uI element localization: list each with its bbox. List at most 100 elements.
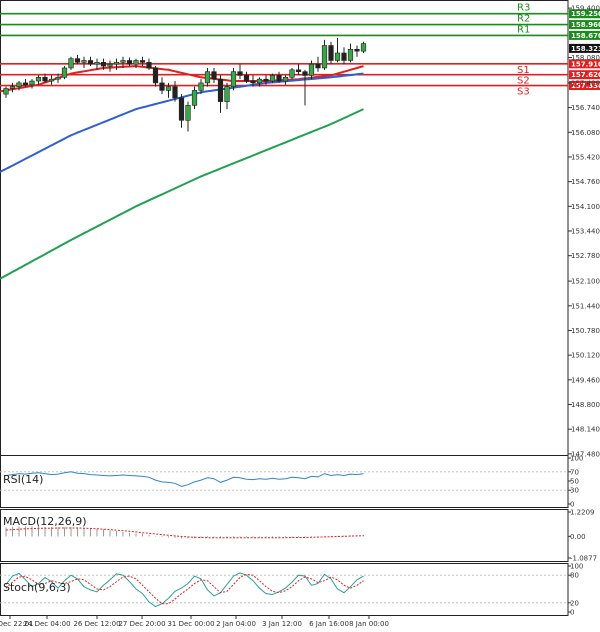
time-tick-label: 2 Jan 04:00 bbox=[216, 620, 256, 628]
time-tick-label: 8 Jan 00:00 bbox=[349, 620, 389, 628]
candle-body-up bbox=[68, 58, 74, 69]
candle-body-down bbox=[22, 82, 29, 86]
candle-body-down bbox=[42, 77, 48, 82]
candle-body-up bbox=[9, 86, 16, 89]
rsi-scale-label: 70 bbox=[570, 468, 579, 476]
level-label-r1: R1 bbox=[517, 24, 530, 35]
stoch-label: Stoch(9,6,3) bbox=[3, 581, 71, 594]
candle-body-down bbox=[126, 60, 133, 65]
candle-body-up bbox=[321, 45, 328, 69]
price-tick-label: 156.080 bbox=[571, 129, 600, 137]
price-tick-label: 154.100 bbox=[571, 203, 600, 211]
level-label-s3: S3 bbox=[517, 87, 530, 98]
candle-body-down bbox=[217, 78, 224, 102]
price-tick-label: 155.420 bbox=[571, 153, 600, 161]
candle-body-down bbox=[139, 60, 146, 63]
macd-scale-label: 0.00 bbox=[570, 533, 586, 541]
stoch-scale-label: 80 bbox=[570, 572, 579, 580]
level-price-label-r2: 158.960 bbox=[571, 21, 600, 29]
candle-body-down bbox=[159, 82, 165, 91]
candle-body-down bbox=[100, 62, 107, 67]
candle-body-up bbox=[230, 71, 237, 87]
candle-body-up bbox=[35, 77, 42, 82]
candle-body-down bbox=[211, 71, 217, 80]
candle-body-down bbox=[341, 52, 347, 61]
candle-body-up bbox=[165, 86, 172, 91]
rsi-scale-label: 0 bbox=[570, 501, 574, 509]
macd-scale-label: 1.2209 bbox=[570, 509, 595, 517]
price-tick-label: 150.780 bbox=[571, 327, 600, 335]
level-price-label-r1: 158.670 bbox=[571, 32, 600, 40]
price-tick-label: 156.740 bbox=[571, 104, 600, 112]
candle-body-up bbox=[16, 82, 22, 87]
time-tick-label: 26 Dec 12:00 bbox=[73, 620, 120, 628]
rsi-scale-label: 30 bbox=[570, 487, 579, 495]
time-axis: 23 Dec 22:0124 Dec 04:0026 Dec 12:0027 D… bbox=[0, 615, 389, 628]
candle-body-down bbox=[315, 63, 321, 69]
candle-body-down bbox=[74, 58, 81, 63]
candle-body-up bbox=[81, 60, 87, 63]
candle-body-up bbox=[269, 75, 276, 82]
stoch-panel-frame bbox=[0, 563, 569, 616]
candle-body-up bbox=[29, 80, 35, 86]
macd-label: MACD(12,26,9) bbox=[3, 515, 87, 528]
current-price-label: 158.323 bbox=[571, 45, 600, 53]
indicator-panels: 100 70 5030 0 RSI(14) 1.2209 0.00 -1.0877 MACD(1… bbox=[0, 455, 597, 617]
candle-body-down bbox=[152, 67, 159, 84]
price-tick-label: 153.440 bbox=[571, 228, 600, 236]
candle-body-up bbox=[61, 67, 68, 78]
price-tick-label: 150.120 bbox=[571, 352, 600, 360]
candle-body-up bbox=[198, 82, 204, 91]
candle-body-up bbox=[204, 71, 211, 84]
price-panel-frame bbox=[0, 0, 569, 456]
candle-body-down bbox=[276, 75, 282, 82]
rsi-label: RSI(14) bbox=[3, 473, 43, 486]
candle-body-down bbox=[146, 62, 152, 69]
price-tick-label: 148.140 bbox=[571, 426, 600, 434]
stoch-scale-label: 0 bbox=[570, 609, 574, 617]
time-tick-label: 24 Dec 04:00 bbox=[23, 620, 70, 628]
candle-body-up bbox=[107, 63, 113, 67]
level-label-r3: R3 bbox=[517, 3, 530, 14]
candle-body-down bbox=[243, 75, 250, 82]
price-tick-label: 152.100 bbox=[571, 278, 600, 286]
price-tick-label: 148.800 bbox=[571, 401, 600, 409]
macd-scale-label: -1.0877 bbox=[570, 555, 597, 563]
candle-body-up bbox=[120, 60, 126, 63]
candle-body-down bbox=[263, 78, 269, 82]
price-tick-label: 154.760 bbox=[571, 178, 600, 186]
price-tick-label: 157.400 bbox=[571, 79, 600, 87]
rsi-scale-label: 50 bbox=[570, 478, 579, 486]
candle-body-up bbox=[256, 78, 263, 84]
candle-body-down bbox=[354, 48, 360, 52]
ma-line-3 bbox=[0, 108, 364, 280]
candle-body-up bbox=[48, 78, 55, 82]
candle-body-up bbox=[289, 69, 295, 78]
level-label-r2: R2 bbox=[517, 14, 530, 25]
pivot-levels: R3159.250R2158.960R1158.670S1157.910S215… bbox=[0, 3, 600, 98]
candle-body-up bbox=[133, 60, 139, 65]
price-tick-label: 147.480 bbox=[571, 450, 600, 458]
candle-body-up bbox=[113, 62, 120, 65]
time-tick-label: 3 Jan 12:00 bbox=[262, 620, 302, 628]
stoch-scale-label: 100 bbox=[570, 563, 583, 571]
price-tick-label: 152.780 bbox=[571, 252, 600, 260]
candle-body-down bbox=[237, 71, 243, 76]
time-tick-label: 31 Dec 00:00 bbox=[167, 620, 214, 628]
candle-body-up bbox=[185, 105, 191, 121]
candle-body-up bbox=[191, 90, 198, 106]
time-tick-label: 27 Dec 20:00 bbox=[118, 620, 165, 628]
candle-body-down bbox=[328, 45, 334, 61]
candle-body-up bbox=[347, 48, 354, 61]
candle-body-up bbox=[282, 77, 289, 82]
candle-body-down bbox=[172, 86, 178, 99]
candle-body-up bbox=[3, 88, 9, 95]
candle-body-down bbox=[302, 71, 308, 76]
price-tick-label: 149.460 bbox=[571, 376, 600, 384]
stoch-scale-label: 20 bbox=[570, 599, 579, 607]
candle-body-down bbox=[87, 60, 94, 65]
candle-body-up bbox=[360, 43, 367, 52]
time-tick-label: 6 Jan 16:00 bbox=[309, 620, 349, 628]
candle-body-up bbox=[308, 63, 315, 76]
candle-body-down bbox=[178, 97, 185, 121]
